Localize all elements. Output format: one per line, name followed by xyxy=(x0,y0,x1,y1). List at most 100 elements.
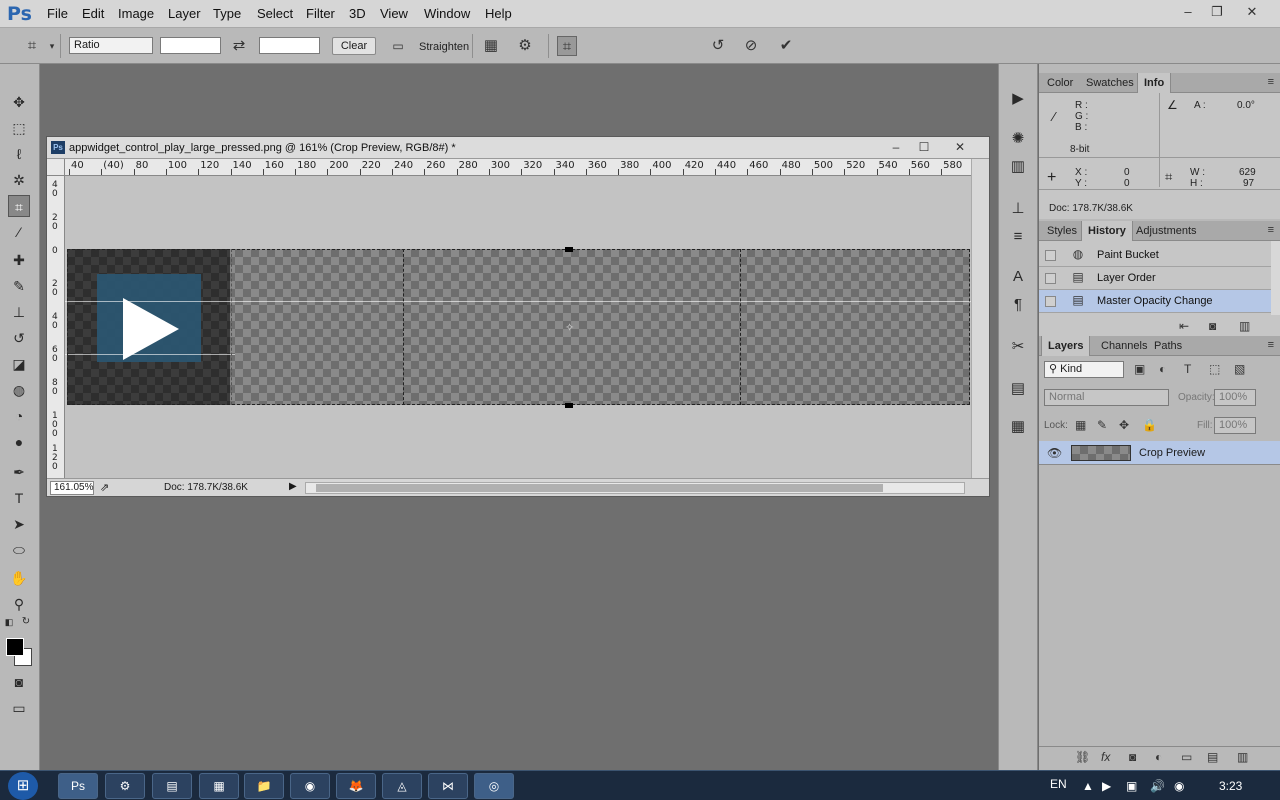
ratio-select[interactable]: Ratio xyxy=(69,37,153,54)
lock-all-icon[interactable]: 🔒 xyxy=(1142,418,1157,432)
menu-type[interactable]: Type xyxy=(213,6,241,21)
fx-icon[interactable]: fx xyxy=(1101,750,1110,764)
add-mask-icon[interactable]: ◙ xyxy=(1129,750,1136,764)
menu-image[interactable]: Image xyxy=(118,6,154,21)
gear-icon[interactable]: ⚙ xyxy=(515,36,535,56)
clone-stamp-tool-icon[interactable]: ⊥ xyxy=(8,301,30,323)
new-document-from-state-icon[interactable]: ⇤ xyxy=(1179,319,1189,333)
tab-paths[interactable]: Paths xyxy=(1148,336,1188,356)
default-colors-icon[interactable]: ◧ xyxy=(3,616,15,628)
blend-mode-select[interactable]: Normal xyxy=(1044,389,1169,406)
panel-menu-icon[interactable]: ≡ xyxy=(1268,224,1274,236)
status-menu-arrow-icon[interactable]: ▶ xyxy=(289,481,297,492)
screen-mode-icon[interactable]: ▭ xyxy=(8,697,30,719)
properties-icon[interactable]: ▦ xyxy=(1007,416,1029,438)
trash-icon[interactable]: ▥ xyxy=(1239,319,1250,333)
move-tool-icon[interactable]: ✥ xyxy=(8,91,30,113)
share-icon[interactable]: ⇗ xyxy=(100,481,109,494)
doc-maximize-button[interactable]: ☐ xyxy=(911,138,937,156)
quick-mask-icon[interactable]: ◙ xyxy=(8,671,30,693)
fill-input[interactable]: 100% xyxy=(1214,417,1256,434)
taskbar-chrome[interactable]: ◉ xyxy=(290,773,330,799)
clone-source-icon[interactable]: ⊥ xyxy=(1007,198,1029,220)
brush-presets-icon[interactable]: ✺ xyxy=(1007,128,1029,150)
menu-filter[interactable]: Filter xyxy=(306,6,335,21)
vertical-ruler[interactable]: 4 0 2 0 0 2 0 4 0 6 0 8 0 1 0 0 1 2 0 xyxy=(47,176,65,478)
taskbar-explorer[interactable]: 📁 xyxy=(244,773,284,799)
actions-icon[interactable]: ▶ xyxy=(1007,88,1029,110)
security-icon[interactable]: ◉ xyxy=(1174,779,1184,793)
taskbar-calculator[interactable]: ▦ xyxy=(199,773,239,799)
tab-styles[interactable]: Styles xyxy=(1041,221,1083,241)
cancel-icon[interactable]: ⊘ xyxy=(741,36,761,56)
filter-smart-object-icon[interactable]: ▧ xyxy=(1234,362,1245,376)
swap-colors-icon[interactable]: ↻ xyxy=(20,616,32,628)
brush-panel-icon[interactable]: ▥ xyxy=(1007,156,1029,178)
delete-cropped-pixels-icon[interactable]: ⌗ xyxy=(557,36,577,56)
menu-edit[interactable]: Edit xyxy=(82,6,104,21)
character-panel-icon[interactable]: A xyxy=(1007,266,1029,288)
chevron-down-icon[interactable]: ▾ xyxy=(42,36,62,56)
filter-adjustment-icon[interactable]: ◐ xyxy=(1159,362,1166,376)
commit-icon[interactable]: ✔ xyxy=(776,36,796,56)
eyedropper-tool-icon[interactable]: ⁄ xyxy=(8,221,30,243)
blur-tool-icon[interactable]: ◔ xyxy=(8,405,30,427)
history-snapshot-checkbox[interactable] xyxy=(1045,296,1056,307)
document-title-bar[interactable]: Ps appwidget_control_play_large_pressed.… xyxy=(47,137,989,159)
canvas-area[interactable]: ✧ xyxy=(65,176,971,478)
history-item[interactable]: ◍ Paint Bucket xyxy=(1039,244,1271,267)
notes-icon[interactable]: ▤ xyxy=(1007,378,1029,400)
app-minimize-button[interactable]: – xyxy=(1174,2,1202,22)
filter-shape-icon[interactable]: ⬚ xyxy=(1209,362,1220,376)
crop-height-input[interactable] xyxy=(259,37,320,54)
zoom-tool-icon[interactable]: ⚲ xyxy=(8,593,30,615)
quick-select-tool-icon[interactable]: ✲ xyxy=(8,169,30,191)
paint-bucket-tool-icon[interactable]: ◍ xyxy=(8,379,30,401)
lock-position-icon[interactable]: ✥ xyxy=(1119,418,1129,432)
history-brush-tool-icon[interactable]: ↺ xyxy=(8,327,30,349)
tab-info[interactable]: Info xyxy=(1137,73,1172,93)
straighten-label[interactable]: Straighten xyxy=(419,41,469,53)
media-icon[interactable]: ▶ xyxy=(1102,779,1111,793)
taskbar-photoshop[interactable]: Ps xyxy=(58,773,98,799)
menu-help[interactable]: Help xyxy=(485,6,512,21)
crop-handle-top[interactable] xyxy=(565,247,573,252)
clock[interactable]: 3:23 xyxy=(1219,779,1242,793)
network-icon[interactable]: ▣ xyxy=(1126,779,1137,793)
volume-icon[interactable]: 🔊 xyxy=(1150,779,1165,793)
marquee-tool-icon[interactable]: ⬚ xyxy=(8,117,30,139)
panel-menu-icon[interactable]: ≡ xyxy=(1268,76,1274,88)
path-selection-tool-icon[interactable]: ➤ xyxy=(8,513,30,535)
straighten-icon[interactable]: ▭ xyxy=(388,36,408,56)
horizontal-scrollbar[interactable] xyxy=(305,482,965,494)
doc-close-button[interactable]: ✕ xyxy=(947,138,973,156)
pen-tool-icon[interactable]: ✒ xyxy=(8,461,30,483)
grid-overlay-icon[interactable]: ▦ xyxy=(481,36,501,56)
layer-row[interactable]: 👁 Crop Preview xyxy=(1039,441,1280,465)
filter-type-icon[interactable]: T xyxy=(1184,362,1191,376)
clear-button[interactable]: Clear xyxy=(332,37,376,55)
crop-width-input[interactable] xyxy=(160,37,221,54)
taskbar-app-2[interactable]: ⚙ xyxy=(105,773,145,799)
hand-tool-icon[interactable]: ✋ xyxy=(8,567,30,589)
zoom-level-input[interactable]: 161.05% xyxy=(50,481,94,495)
dodge-tool-icon[interactable]: ● xyxy=(8,431,30,453)
crop-handle-bottom[interactable] xyxy=(565,403,573,408)
horizontal-scroll-thumb[interactable] xyxy=(316,484,883,492)
lock-brush-icon[interactable]: ✎ xyxy=(1097,418,1107,432)
ellipse-tool-icon[interactable]: ⬭ xyxy=(8,539,30,561)
tool-presets-icon[interactable]: ≡ xyxy=(1007,226,1029,248)
crop-tool-icon[interactable]: ⌗ xyxy=(8,195,30,217)
taskbar-notepad[interactable]: ▤ xyxy=(152,773,192,799)
type-tool-icon[interactable]: T xyxy=(8,487,30,509)
trash-icon[interactable]: ▥ xyxy=(1237,750,1248,764)
reset-icon[interactable]: ↺ xyxy=(708,36,728,56)
doc-minimize-button[interactable]: – xyxy=(883,138,909,156)
tab-swatches[interactable]: Swatches xyxy=(1080,73,1140,93)
taskbar-app-10[interactable]: ◎ xyxy=(474,773,514,799)
tab-channels[interactable]: Channels xyxy=(1095,336,1153,356)
taskbar-app-8[interactable]: ◬ xyxy=(382,773,422,799)
adjustment-layer-icon[interactable]: ◐ xyxy=(1155,750,1162,764)
menu-file[interactable]: File xyxy=(47,6,68,21)
history-snapshot-checkbox[interactable] xyxy=(1045,250,1056,261)
